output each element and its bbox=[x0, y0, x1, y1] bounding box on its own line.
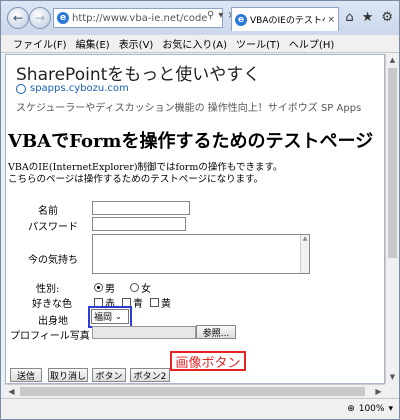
gender-option-female[interactable]: 女 bbox=[130, 280, 151, 295]
gender-option-male[interactable]: 男 bbox=[94, 280, 115, 295]
checkbox-yellow[interactable] bbox=[150, 298, 159, 307]
vertical-scroll-thumb[interactable] bbox=[388, 68, 397, 258]
menu-bar: ファイル(F) 編集(E) 表示(V) お気に入り(A) ツール(T) ヘルプ(… bbox=[1, 35, 399, 53]
browser-tab[interactable]: e VBAのIEのテストペー… × bbox=[231, 7, 339, 31]
color-option-yellow[interactable]: 黄 bbox=[150, 295, 171, 310]
browse-button[interactable]: 参照... bbox=[196, 325, 236, 339]
tab-ie-icon: e bbox=[235, 13, 247, 26]
scrollbar-corner bbox=[385, 384, 398, 397]
home-icon[interactable]: ⌂ bbox=[345, 10, 353, 25]
horizontal-scroll-thumb[interactable] bbox=[20, 387, 365, 396]
birthplace-select[interactable]: 福岡 ⌄ bbox=[91, 309, 129, 324]
tab-close-icon[interactable]: × bbox=[327, 15, 335, 25]
gender-female-label: 女 bbox=[141, 284, 151, 295]
back-button[interactable]: ← bbox=[7, 7, 29, 29]
forward-arrow-icon: → bbox=[34, 11, 46, 25]
status-bar: ⊕ 100% ▾ bbox=[1, 398, 399, 419]
scroll-up-icon: ▲ bbox=[302, 235, 308, 242]
menu-help[interactable]: ヘルプ(H) bbox=[289, 36, 334, 51]
menu-file[interactable]: ファイル(F) bbox=[13, 36, 67, 51]
back-arrow-icon: ← bbox=[12, 11, 24, 25]
ad-title[interactable]: SharePointをもっと使いやすく bbox=[16, 60, 260, 85]
birthplace-value: 福岡 bbox=[94, 313, 113, 323]
tab-title: VBAのIEのテストペー… bbox=[250, 16, 325, 26]
button-2[interactable]: ボタン2 bbox=[130, 368, 170, 382]
photo-file-path[interactable] bbox=[92, 326, 196, 339]
globe-icon bbox=[16, 83, 26, 94]
textarea-scrollbar[interactable]: ▲ bbox=[300, 235, 309, 273]
gender-male-label: 男 bbox=[105, 284, 115, 295]
submit-button[interactable]: 送信 bbox=[10, 368, 42, 382]
forward-button[interactable]: → bbox=[29, 7, 51, 29]
ad-banner[interactable]: SharePointをもっと使いやすく spapps.cybozu.com スケ… bbox=[8, 57, 384, 114]
menu-tools[interactable]: ツール(T) bbox=[236, 36, 280, 51]
feeling-textarea[interactable]: ▲ bbox=[92, 234, 310, 274]
name-input[interactable] bbox=[92, 201, 190, 215]
menu-view[interactable]: 表示(V) bbox=[119, 36, 154, 51]
dropdown-icon[interactable]: ▾ bbox=[218, 10, 223, 21]
vertical-scrollbar[interactable]: ▲ ▼ bbox=[385, 54, 398, 384]
search-icon[interactable]: ⚲ bbox=[207, 10, 214, 21]
button-1[interactable]: ボタン bbox=[92, 368, 126, 382]
color-blue-label: 青 bbox=[133, 299, 143, 310]
birthplace-label: 出身地 bbox=[38, 316, 68, 327]
page-description: VBAのIE(InternetExplorer)制御ではformの操作もできます… bbox=[8, 162, 283, 186]
address-bar[interactable]: e http://www.vba-ie.net/code bbox=[53, 8, 223, 28]
image-button[interactable]: 画像ボタン bbox=[170, 351, 246, 371]
menu-favorites[interactable]: お気に入り(A) bbox=[162, 36, 227, 51]
radio-female[interactable] bbox=[130, 283, 139, 292]
ie-logo-icon: e bbox=[57, 12, 69, 24]
horizontal-scrollbar[interactable]: ◀ ▶ bbox=[5, 384, 385, 397]
toolbar-icons: ⌂ ★ ⚙ bbox=[345, 10, 393, 25]
page-desc-line2: こちらのページは操作するためのテストページになります。 bbox=[8, 174, 264, 185]
scroll-up-arrow-icon[interactable]: ▲ bbox=[386, 54, 399, 67]
zoom-icon[interactable]: ⊕ bbox=[347, 404, 355, 414]
scroll-down-arrow-icon[interactable]: ▼ bbox=[386, 371, 399, 384]
color-yellow-label: 黄 bbox=[161, 299, 171, 310]
radio-male[interactable] bbox=[94, 283, 103, 292]
zoom-dropdown-icon[interactable]: ▾ bbox=[388, 404, 393, 414]
menu-edit[interactable]: 編集(E) bbox=[76, 36, 110, 51]
reset-button[interactable]: 取り消し bbox=[48, 368, 88, 382]
color-label: 好きな色 bbox=[32, 299, 72, 310]
ad-description: スケジューラーやディスカッション機能の 操作性向上！サイボウズ SP Apps bbox=[16, 103, 362, 114]
ad-url[interactable]: spapps.cybozu.com bbox=[16, 83, 129, 94]
scroll-left-arrow-icon[interactable]: ◀ bbox=[5, 385, 18, 398]
page-viewport: SharePointをもっと使いやすく spapps.cybozu.com スケ… bbox=[5, 54, 385, 384]
gear-icon[interactable]: ⚙ bbox=[381, 10, 393, 25]
name-label: 名前 bbox=[38, 206, 58, 217]
favorites-star-icon[interactable]: ★ bbox=[362, 10, 374, 25]
address-url: http://www.vba-ie.net/code bbox=[72, 12, 208, 24]
password-input[interactable] bbox=[92, 217, 186, 231]
zoom-level[interactable]: 100% bbox=[359, 404, 385, 414]
chevron-down-icon: ⌄ bbox=[115, 312, 122, 321]
browser-window: ← → e http://www.vba-ie.net/code ⚲ ▾ × e… bbox=[0, 0, 400, 420]
feeling-label: 今の気持ち bbox=[28, 255, 78, 266]
photo-label: プロフィール写真 bbox=[10, 331, 90, 342]
page-title: VBAでFormを操作するためのテストページ bbox=[8, 131, 374, 152]
password-label: パスワード bbox=[28, 222, 78, 233]
gender-label: 性別: bbox=[36, 284, 60, 295]
scroll-right-arrow-icon[interactable]: ▶ bbox=[372, 385, 385, 398]
page-desc-line1: VBAのIE(InternetExplorer)制御ではformの操作もできます… bbox=[8, 162, 283, 173]
ad-url-text: spapps.cybozu.com bbox=[30, 83, 129, 94]
title-bar: ← → e http://www.vba-ie.net/code ⚲ ▾ × e… bbox=[1, 1, 399, 35]
